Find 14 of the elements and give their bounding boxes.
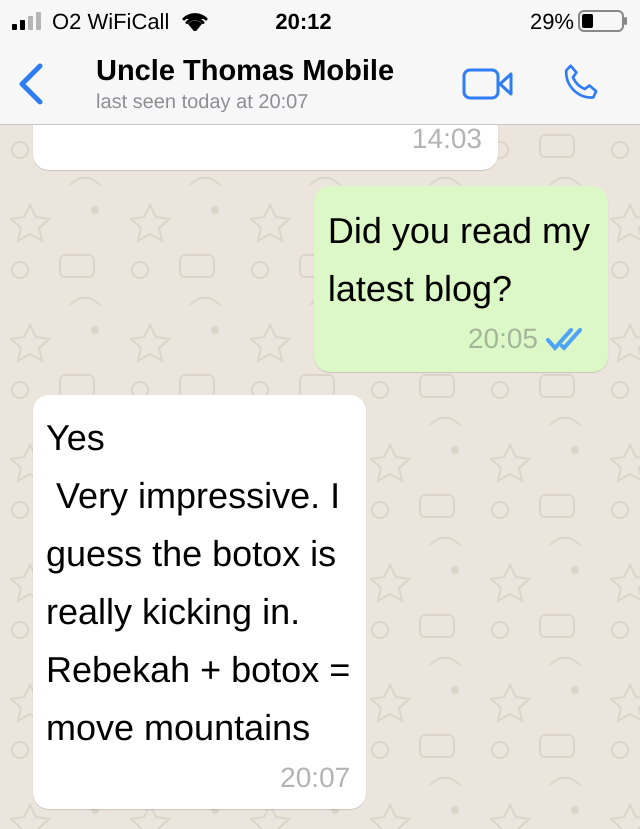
contact-name[interactable]: Uncle Thomas Mobile: [96, 52, 394, 88]
battery-icon: [578, 10, 628, 32]
last-seen-status: last seen today at 20:07: [96, 90, 310, 114]
video-call-icon[interactable]: [462, 68, 514, 100]
battery-percent: 29%: [530, 8, 574, 36]
message-text: Yes Very impressive. I guess the botox is really kicking in. Rebekah + botox = move mountains: [46, 416, 350, 750]
message-text: Did you read my latest blog?: [328, 209, 590, 311]
message-time: 20:07: [280, 761, 350, 795]
message-time: 20:05: [468, 322, 538, 356]
message-time: 14:03: [412, 122, 482, 156]
wifi-icon: [181, 11, 210, 31]
back-icon[interactable]: [18, 62, 44, 104]
carrier-name: O2 WiFiCall: [52, 8, 170, 36]
clock-time: 20:12: [275, 8, 332, 36]
